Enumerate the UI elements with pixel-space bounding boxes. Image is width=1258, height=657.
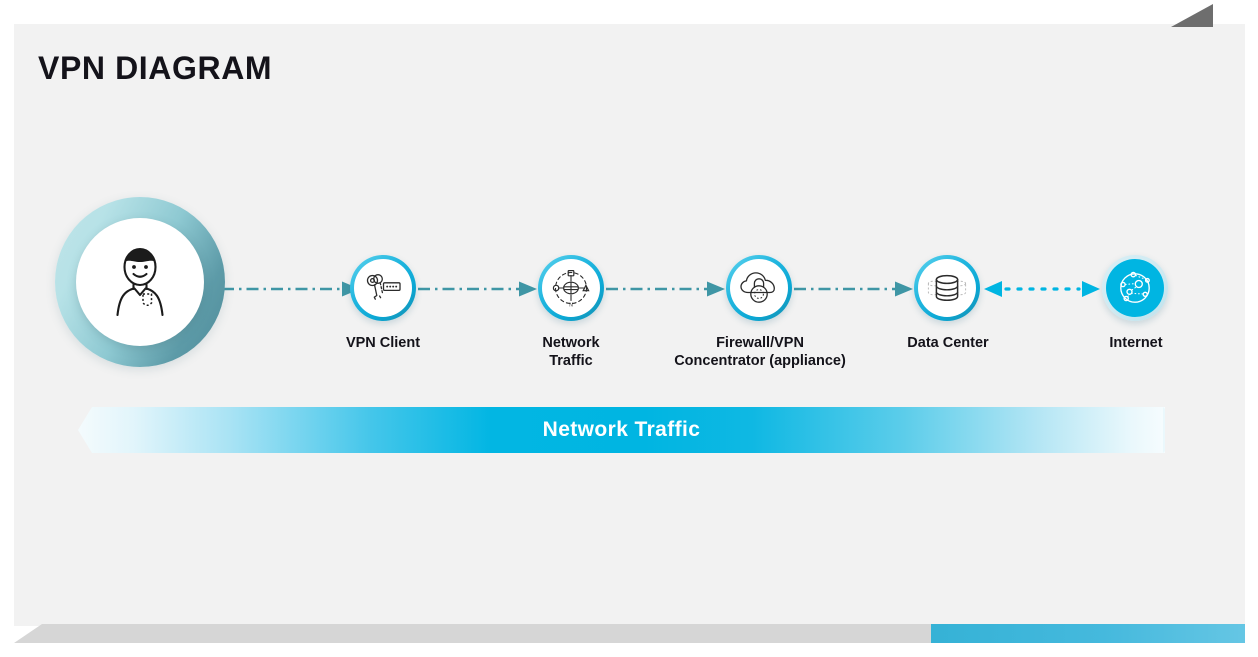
person-avatar-icon [116, 247, 164, 317]
node-data-center[interactable] [914, 255, 980, 321]
node-label-network-traffic: Network Traffic [495, 334, 647, 370]
user-avatar-node[interactable] [55, 197, 225, 367]
node-inner-circle: N [542, 259, 600, 317]
node-internet[interactable] [1102, 255, 1168, 321]
label-line: Traffic [549, 353, 593, 370]
label-line: Firewall/VPN [716, 335, 804, 351]
label-line: VPN Client [345, 335, 421, 351]
label-line: Concentrator (appliance) [674, 353, 846, 370]
bottom-cyan-band-decoration [931, 624, 1245, 643]
node-label-internet: Internet [1060, 334, 1212, 352]
label-line: Data Center [907, 335, 989, 351]
banner-label: Network Traffic [542, 418, 701, 441]
node-firewall-vpn[interactable] [726, 255, 792, 321]
corner-triangle-decoration [1171, 4, 1213, 27]
key-password-icon [366, 274, 401, 300]
connector-user-to-vpn-client [222, 281, 360, 297]
arrowhead-right [1082, 281, 1100, 297]
label-line: Internet [1109, 335, 1163, 351]
network-hub-icon: N [552, 269, 590, 309]
slide-canvas: VPN DIAGRAM VPN Client N Network Traffic… [0, 0, 1258, 657]
connector-data-center-to-internet [984, 281, 1100, 297]
network-traffic-banner: Network Traffic [78, 407, 1165, 453]
bottom-gray-band-decoration [14, 624, 945, 643]
node-network-traffic[interactable]: N [538, 255, 604, 321]
svg-text:N: N [569, 303, 573, 309]
node-inner-circle [730, 259, 788, 317]
arrowhead-left [984, 281, 1002, 297]
connector-vpn-client-to-network-traffic [418, 281, 537, 297]
node-label-vpn-client: VPN Client [305, 334, 461, 352]
globe-network-icon [1120, 271, 1150, 303]
connector-firewall-to-data-center [794, 281, 913, 297]
label-line: Network [542, 335, 600, 351]
node-inner-circle [918, 259, 976, 317]
node-vpn-client[interactable] [350, 255, 416, 321]
connector-network-traffic-to-firewall [606, 281, 725, 297]
page-title: VPN DIAGRAM [38, 50, 273, 86]
avatar-inner-circle [76, 218, 204, 346]
node-inner-circle [1106, 259, 1164, 317]
cloud-lock-icon [740, 272, 775, 303]
node-label-firewall-vpn: Firewall/VPN Concentrator (appliance) [640, 334, 880, 370]
node-label-data-center: Data Center [872, 334, 1024, 352]
node-inner-circle [354, 259, 412, 317]
database-server-icon [927, 274, 967, 302]
